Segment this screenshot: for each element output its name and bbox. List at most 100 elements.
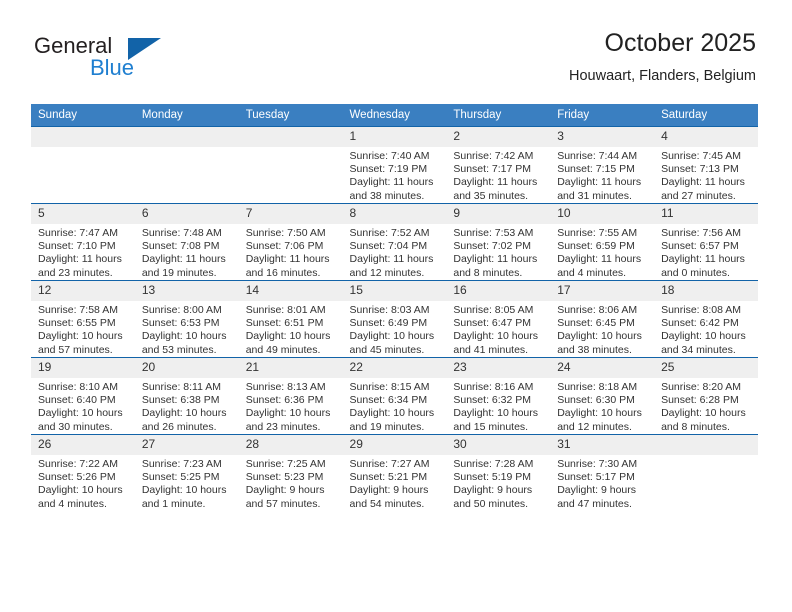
calendar-day-cell[interactable]: 28 Sunrise: 7:25 AM Sunset: 5:23 PM Dayligh… [238,434,343,511]
day-number [31,127,135,147]
calendar-day-cell[interactable]: 30 Sunrise: 7:28 AM Sunset: 5:19 PM Dayligh… [446,434,551,511]
daylight-text-line2: and 53 minutes. [141,343,217,356]
daylight-text-line1: Daylight: 11 hours [557,253,642,266]
sun-info: Sunrise: 8:06 AM Sunset: 6:45 PM Daylight:… [550,301,654,357]
general-blue-logo[interactable]: General Blue [34,33,164,85]
weekday-header-sunday: Sunday [31,104,135,127]
daylight-text-line2: and 26 minutes. [141,420,217,433]
sunset-text: Sunset: 6:42 PM [661,317,739,330]
daylight-text-line1: Daylight: 11 hours [661,176,745,189]
calendar-day-cell[interactable]: 29 Sunrise: 7:27 AM Sunset: 5:21 PM Dayligh… [342,434,447,511]
sun-info: Sunrise: 7:53 AM Sunset: 7:02 PM Daylight:… [446,224,550,280]
sunrise-text: Sunrise: 8:13 AM [245,381,326,393]
calendar-day-cell[interactable]: 19 Sunrise: 8:10 AM Sunset: 6:40 PM Dayligh… [31,357,135,435]
sunset-text: Sunset: 6:53 PM [141,317,220,330]
day-number: 30 [446,435,551,455]
sunrise-text: Sunrise: 7:23 AM [141,458,222,470]
daylight-text-line2: and 0 minutes. [661,266,730,279]
calendar-day-cell[interactable]: 9 Sunrise: 7:53 AM Sunset: 7:02 PM Daylight… [446,203,551,281]
weekday-header-friday: Friday [550,104,655,127]
calendar-day-cell[interactable]: 6 Sunrise: 7:48 AM Sunset: 7:08 PM Daylight… [134,203,239,281]
sunrise-text: Sunrise: 7:44 AM [557,150,638,162]
daylight-text-line1: Daylight: 9 hours [557,484,637,497]
calendar-day-cell[interactable]: 1 Sunrise: 7:40 AM Sunset: 7:19 PM Daylight… [342,126,447,204]
calendar-day-cell[interactable]: 24 Sunrise: 8:18 AM Sunset: 6:30 PM Dayligh… [550,357,655,435]
calendar-day-cell[interactable]: 2 Sunrise: 7:42 AM Sunset: 7:17 PM Daylight… [446,126,551,204]
day-number: 10 [550,204,655,224]
sunrise-text: Sunrise: 8:06 AM [557,304,638,316]
calendar-day-cell[interactable]: 25 Sunrise: 8:20 AM Sunset: 6:28 PM Dayligh… [654,357,758,435]
daylight-text-line2: and 47 minutes. [557,497,632,510]
calendar-day-cell[interactable]: 21 Sunrise: 8:13 AM Sunset: 6:36 PM Dayligh… [238,357,343,435]
calendar-day-cell[interactable]: 20 Sunrise: 8:11 AM Sunset: 6:38 PM Dayligh… [134,357,239,435]
calendar-day-cell[interactable]: 27 Sunrise: 7:23 AM Sunset: 5:25 PM Dayligh… [134,434,239,511]
calendar-day-cell[interactable]: 4 Sunrise: 7:45 AM Sunset: 7:13 PM Daylight… [654,126,758,204]
sun-info: Sunrise: 8:13 AM Sunset: 6:36 PM Daylight:… [239,378,343,434]
sunset-text: Sunset: 6:36 PM [245,394,324,407]
calendar-header-row: Sunday Monday Tuesday Wednesday Thursday… [31,104,758,127]
calendar-day-cell[interactable]: 15 Sunrise: 8:03 AM Sunset: 6:49 PM Dayligh… [342,280,447,358]
calendar-week-row: 1 Sunrise: 7:40 AM Sunset: 7:19 PM Daylight… [31,126,758,204]
sunset-text: Sunset: 7:19 PM [349,163,428,176]
sun-info: Sunrise: 7:58 AM Sunset: 6:55 PM Daylight:… [31,301,135,357]
calendar-day-cell[interactable]: 26 Sunrise: 7:22 AM Sunset: 5:26 PM Dayligh… [31,434,135,511]
sunset-text: Sunset: 6:57 PM [661,240,739,253]
sunrise-text: Sunrise: 8:16 AM [453,381,534,393]
sunset-text: Sunset: 6:51 PM [245,317,324,330]
calendar-page: General Blue October 2025 Houwaart, Flan… [0,0,792,612]
day-number: 8 [342,204,447,224]
daylight-text-line2: and 19 minutes. [141,266,217,279]
sun-info: Sunrise: 7:56 AM Sunset: 6:57 PM Daylight:… [654,224,758,280]
calendar-day-cell[interactable]: 12 Sunrise: 7:58 AM Sunset: 6:55 PM Dayligh… [31,280,135,358]
daylight-text-line2: and 4 minutes. [38,497,107,510]
calendar-day-cell[interactable]: 10 Sunrise: 7:55 AM Sunset: 6:59 PM Dayligh… [550,203,655,281]
sun-info: Sunrise: 8:20 AM Sunset: 6:28 PM Daylight:… [654,378,758,434]
sunset-text: Sunset: 5:25 PM [141,471,220,484]
daylight-text-line2: and 23 minutes. [245,420,321,433]
sunrise-text: Sunrise: 8:08 AM [661,304,742,316]
calendar-day-cell[interactable]: 23 Sunrise: 8:16 AM Sunset: 6:32 PM Dayligh… [446,357,551,435]
calendar-day-cell[interactable]: 31 Sunrise: 7:30 AM Sunset: 5:17 PM Dayligh… [550,434,655,511]
sunset-text: Sunset: 7:02 PM [453,240,532,253]
calendar-day-cell[interactable]: 7 Sunrise: 7:50 AM Sunset: 7:06 PM Daylight… [238,203,343,281]
day-number: 6 [134,204,239,224]
day-number: 15 [342,281,447,301]
sunrise-text: Sunrise: 7:47 AM [38,227,118,239]
calendar-day-cell[interactable]: 11 Sunrise: 7:56 AM Sunset: 6:57 PM Dayligh… [654,203,758,281]
calendar-day-cell[interactable]: 5 Sunrise: 7:47 AM Sunset: 7:10 PM Daylight… [31,203,135,281]
page-subtitle: Houwaart, Flanders, Belgium [569,68,756,84]
calendar-day-cell[interactable]: 16 Sunrise: 8:05 AM Sunset: 6:47 PM Dayligh… [446,280,551,358]
daylight-text-line2: and 15 minutes. [453,420,529,433]
day-number [238,127,343,147]
day-number: 13 [134,281,239,301]
day-number: 11 [654,204,758,224]
calendar-cell-empty [238,126,343,204]
sunrise-text: Sunrise: 7:25 AM [245,458,326,470]
calendar-week-row: 19 Sunrise: 8:10 AM Sunset: 6:40 PM Dayligh… [31,357,758,435]
sun-info: Sunrise: 7:25 AM Sunset: 5:23 PM Daylight:… [239,455,343,511]
daylight-text-line2: and 16 minutes. [245,266,321,279]
calendar-day-cell[interactable]: 22 Sunrise: 8:15 AM Sunset: 6:34 PM Dayligh… [342,357,447,435]
day-number: 26 [31,435,135,455]
day-number: 18 [654,281,758,301]
daylight-text-line1: Daylight: 11 hours [38,253,122,266]
sunrise-text: Sunrise: 7:58 AM [38,304,118,316]
logo-text-blue: Blue [90,55,135,80]
sun-info: Sunrise: 7:23 AM Sunset: 5:25 PM Daylight:… [135,455,239,511]
daylight-text-line2: and 4 minutes. [557,266,627,279]
calendar-day-cell[interactable]: 14 Sunrise: 8:01 AM Sunset: 6:51 PM Dayligh… [238,280,343,358]
calendar-day-cell[interactable]: 17 Sunrise: 8:06 AM Sunset: 6:45 PM Dayligh… [550,280,655,358]
daylight-text-line1: Daylight: 10 hours [661,407,746,420]
sunrise-text: Sunrise: 7:28 AM [453,458,534,470]
sunrise-text: Sunrise: 8:15 AM [349,381,430,393]
calendar-day-cell[interactable]: 13 Sunrise: 8:00 AM Sunset: 6:53 PM Dayligh… [134,280,239,358]
calendar-day-cell[interactable]: 3 Sunrise: 7:44 AM Sunset: 7:15 PM Daylight… [550,126,655,204]
sunset-text: Sunset: 7:04 PM [349,240,428,253]
calendar-day-cell[interactable]: 18 Sunrise: 8:08 AM Sunset: 6:42 PM Dayligh… [654,280,758,358]
daylight-text-line2: and 23 minutes. [38,266,113,279]
daylight-text-line2: and 57 minutes. [245,497,321,510]
sun-info: Sunrise: 7:50 AM Sunset: 7:06 PM Daylight:… [239,224,343,280]
sun-info: Sunrise: 8:15 AM Sunset: 6:34 PM Daylight:… [343,378,447,434]
calendar-week-row: 5 Sunrise: 7:47 AM Sunset: 7:10 PM Daylight… [31,203,758,281]
calendar-day-cell[interactable]: 8 Sunrise: 7:52 AM Sunset: 7:04 PM Daylight… [342,203,447,281]
